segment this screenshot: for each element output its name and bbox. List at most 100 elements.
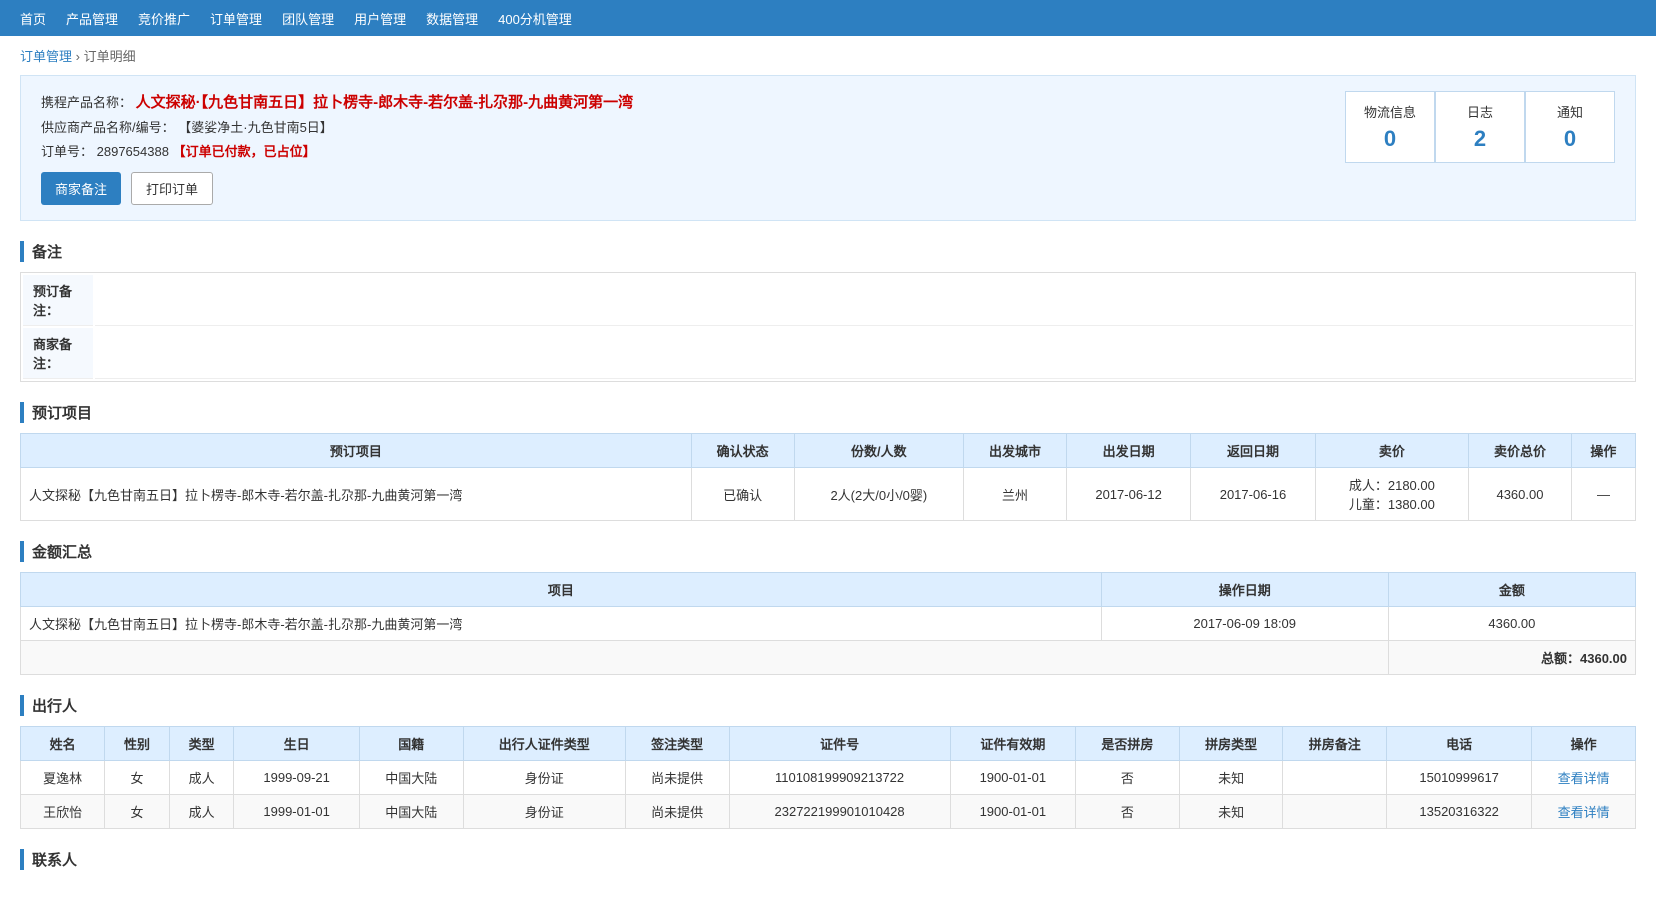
- col-id-no: 证件号: [729, 727, 950, 761]
- traveler-0-nationality: 中国大陆: [359, 761, 463, 795]
- order-no-row: 订单号： 2897654388 【订单已付款，已占位】: [41, 141, 1345, 160]
- breadcrumb-parent[interactable]: 订单管理: [20, 49, 72, 64]
- log-value: 2: [1451, 126, 1509, 152]
- amount-item-name: 人文探秘【九色甘南五日】拉卜楞寺-郎木寺-若尔盖-扎尕那-九曲黄河第一湾: [21, 607, 1102, 641]
- reservation-row: 人文探秘【九色甘南五日】拉卜楞寺-郎木寺-若尔盖-扎尕那-九曲黄河第一湾 已确认…: [21, 468, 1636, 521]
- nav-order[interactable]: 订单管理: [210, 9, 262, 28]
- breadcrumb-current: 订单明细: [84, 49, 136, 64]
- travelers-title: 出行人: [20, 695, 1636, 716]
- col-action: 操作: [1571, 434, 1635, 468]
- col-depart-city: 出发城市: [964, 434, 1067, 468]
- print-order-button[interactable]: 打印订单: [131, 172, 213, 205]
- col-total-price: 卖价总价: [1469, 434, 1572, 468]
- supplier-name: 【婆娑净土·九色甘南5日】: [178, 120, 333, 135]
- traveler-0-room-type: 未知: [1179, 761, 1283, 795]
- breadcrumb: 订单管理 › 订单明细: [0, 36, 1656, 75]
- col-visa-type: 签注类型: [625, 727, 729, 761]
- contact-section: 联系人: [20, 849, 1636, 870]
- col-phone: 电话: [1387, 727, 1532, 761]
- nav-bidding[interactable]: 竞价推广: [138, 9, 190, 28]
- nav-data[interactable]: 数据管理: [426, 9, 478, 28]
- nav-user[interactable]: 用户管理: [354, 9, 406, 28]
- traveler-0-birthday: 1999-09-21: [234, 761, 359, 795]
- order-buttons: 商家备注 打印订单: [41, 172, 1345, 205]
- order-card: 携程产品名称： 人文探秘·【九色甘南五日】拉卜楞寺-郎木寺-若尔盖-扎尕那-九曲…: [20, 75, 1636, 221]
- nav-product[interactable]: 产品管理: [66, 9, 118, 28]
- col-amount-item: 项目: [21, 573, 1102, 607]
- traveler-1-phone: 13520316322: [1387, 795, 1532, 829]
- merchant-note-value: [95, 328, 1633, 379]
- traveler-0-id-type: 身份证: [463, 761, 625, 795]
- traveler-0-action[interactable]: 查看详情: [1532, 761, 1636, 795]
- reservation-item-name: 人文探秘【九色甘南五日】拉卜楞寺-郎木寺-若尔盖-扎尕那-九曲黄河第一湾: [21, 468, 692, 521]
- traveler-1-visa-type: 尚未提供: [625, 795, 729, 829]
- col-confirm-status: 确认状态: [691, 434, 794, 468]
- merchant-note-row: 商家备注：: [23, 328, 1633, 379]
- contact-title: 联系人: [20, 849, 1636, 870]
- notice-value: 0: [1541, 126, 1599, 152]
- pre-order-note-row: 预订备注：: [23, 275, 1633, 326]
- col-share-room: 是否拼房: [1076, 727, 1180, 761]
- reservation-section: 预订项目 预订项目 确认状态 份数/人数 出发城市 出发日期 返回日期 卖价 卖…: [20, 402, 1636, 521]
- reservation-price: 成人：2180.00 儿童：1380.00: [1315, 468, 1468, 521]
- traveler-1-detail-link[interactable]: 查看详情: [1558, 805, 1610, 820]
- reservation-table: 预订项目 确认状态 份数/人数 出发城市 出发日期 返回日期 卖价 卖价总价 操…: [20, 433, 1636, 521]
- traveler-1-id-no: 232722199901010428: [729, 795, 950, 829]
- main-content: 携程产品名称： 人文探秘·【九色甘南五日】拉卜楞寺-郎木寺-若尔盖-扎尕那-九曲…: [0, 75, 1656, 910]
- traveler-1-nationality: 中国大陆: [359, 795, 463, 829]
- amount-header-row: 项目 操作日期 金额: [21, 573, 1636, 607]
- nav-team[interactable]: 团队管理: [282, 9, 334, 28]
- supplier-name-row: 供应商产品名称/编号： 【婆娑净土·九色甘南5日】: [41, 117, 1345, 136]
- product-label: 携程产品名称：: [41, 95, 132, 110]
- col-count: 份数/人数: [794, 434, 964, 468]
- amount-total-row: 总额：4360.00: [21, 641, 1636, 675]
- traveler-0-name: 夏逸林: [21, 761, 105, 795]
- nav-home[interactable]: 首页: [20, 9, 46, 28]
- amount-section: 金额汇总 项目 操作日期 金额 人文探秘【九色甘南五日】拉卜楞寺-郎木寺-若尔盖…: [20, 541, 1636, 675]
- traveler-0-visa-type: 尚未提供: [625, 761, 729, 795]
- total-label-text: 总额：: [1541, 651, 1580, 666]
- amount-row: 人文探秘【九色甘南五日】拉卜楞寺-郎木寺-若尔盖-扎尕那-九曲黄河第一湾 201…: [21, 607, 1636, 641]
- traveler-0-gender: 女: [105, 761, 170, 795]
- notes-table: 预订备注： 商家备注：: [20, 272, 1636, 382]
- traveler-1-action[interactable]: 查看详情: [1532, 795, 1636, 829]
- col-traveler-action: 操作: [1532, 727, 1636, 761]
- nav-ext[interactable]: 400分机管理: [498, 9, 572, 28]
- logistics-stat: 物流信息 0: [1345, 91, 1435, 163]
- col-reservation-item: 预订项目: [21, 434, 692, 468]
- order-no: 2897654388: [97, 144, 169, 159]
- col-gender: 性别: [105, 727, 170, 761]
- traveler-1-id-type: 身份证: [463, 795, 625, 829]
- col-room-note: 拼房备注: [1283, 727, 1387, 761]
- reservation-header-row: 预订项目 确认状态 份数/人数 出发城市 出发日期 返回日期 卖价 卖价总价 操…: [21, 434, 1636, 468]
- traveler-0-detail-link[interactable]: 查看详情: [1558, 771, 1610, 786]
- col-amount-date: 操作日期: [1101, 573, 1388, 607]
- col-amount-value: 金额: [1388, 573, 1635, 607]
- reservation-city: 兰州: [964, 468, 1067, 521]
- price-child: 儿童：1380.00: [1324, 494, 1460, 513]
- col-name: 姓名: [21, 727, 105, 761]
- merchant-note-label: 商家备注：: [23, 328, 93, 379]
- reservation-status: 已确认: [691, 468, 794, 521]
- col-nationality: 国籍: [359, 727, 463, 761]
- log-stat: 日志 2: [1435, 91, 1525, 163]
- top-navigation: 首页 产品管理 竞价推广 订单管理 团队管理 用户管理 数据管理 400分机管理: [0, 0, 1656, 36]
- travelers-table: 姓名 性别 类型 生日 国籍 出行人证件类型 签注类型 证件号 证件有效期 是否…: [20, 726, 1636, 829]
- total-value-text: 4360.00: [1580, 651, 1627, 666]
- merchant-note-button[interactable]: 商家备注: [41, 172, 121, 205]
- traveler-row-0: 夏逸林 女 成人 1999-09-21 中国大陆 身份证 尚未提供 110108…: [21, 761, 1636, 795]
- amount-total-value: 总额：4360.00: [1388, 641, 1635, 675]
- traveler-1-type: 成人: [169, 795, 234, 829]
- reservation-count: 2人(2大/0小/0婴): [794, 468, 964, 521]
- traveler-0-id-no: 110108199909213722: [729, 761, 950, 795]
- traveler-0-room-note: [1283, 761, 1387, 795]
- product-name-row: 携程产品名称： 人文探秘·【九色甘南五日】拉卜楞寺-郎木寺-若尔盖-扎尕那-九曲…: [41, 91, 1345, 112]
- col-type: 类型: [169, 727, 234, 761]
- traveler-1-name: 王欣怡: [21, 795, 105, 829]
- amount-total-label: [21, 641, 1389, 675]
- notice-stat: 通知 0: [1525, 91, 1615, 163]
- col-price: 卖价: [1315, 434, 1468, 468]
- pre-order-note-value: [95, 275, 1633, 326]
- amount-date: 2017-06-09 18:09: [1101, 607, 1388, 641]
- amount-value: 4360.00: [1388, 607, 1635, 641]
